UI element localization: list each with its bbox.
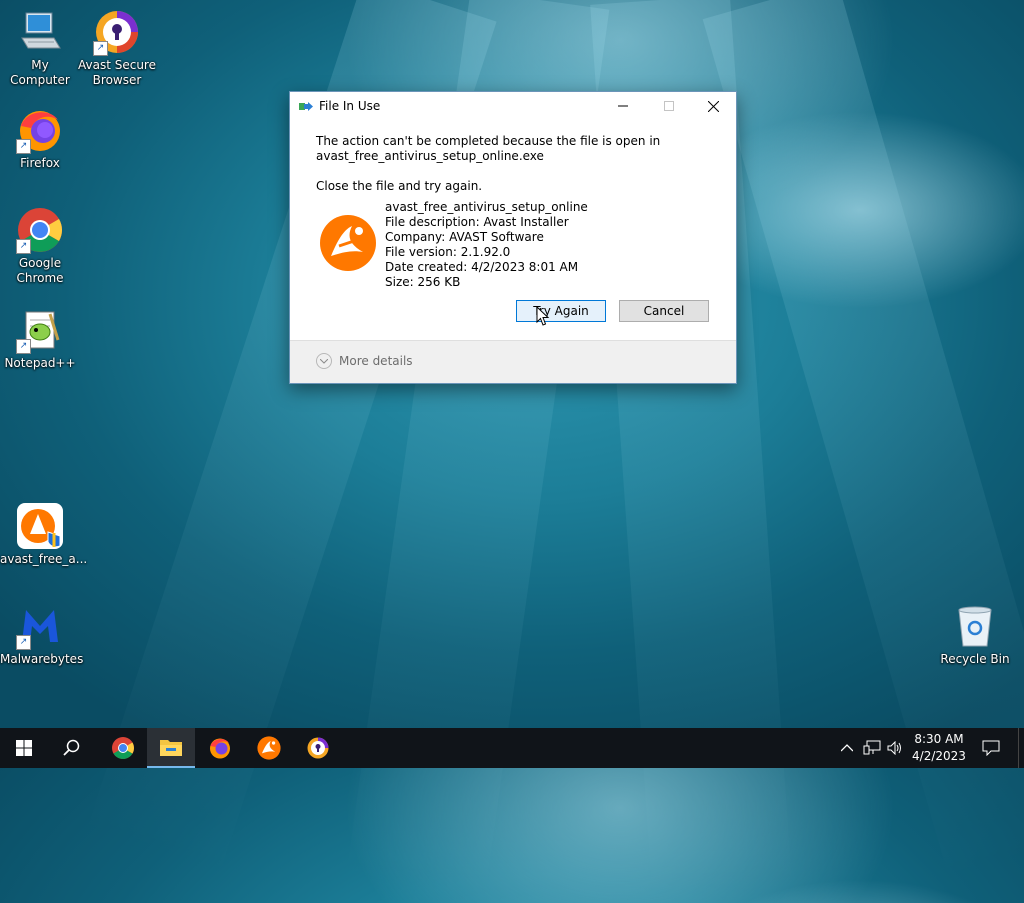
taskbar: 8:30 AM 4/2/2023 — [0, 728, 1024, 768]
firefox-icon — [210, 738, 230, 759]
file-move-icon — [299, 102, 313, 111]
network-tray-button[interactable] — [860, 728, 884, 768]
chrome-icon — [112, 737, 134, 759]
cancel-button[interactable]: Cancel — [619, 300, 709, 322]
notification-icon — [982, 740, 1000, 756]
avast-file-icon — [320, 215, 376, 271]
avast-icon — [257, 736, 281, 760]
mouse-cursor-icon — [536, 306, 550, 326]
maximize-button — [646, 92, 692, 120]
dialog-footer: More details — [290, 340, 736, 383]
taskbar-firefox[interactable] — [196, 728, 244, 768]
minimize-button[interactable] — [600, 92, 646, 120]
desktop-icon-label: Notepad++ — [4, 356, 76, 370]
close-icon — [707, 100, 719, 112]
clock-date: 4/2/2023 — [912, 749, 966, 763]
dialog-titlebar[interactable]: File In Use — [290, 92, 736, 120]
action-center-button[interactable] — [978, 728, 1004, 768]
search-button[interactable] — [48, 728, 96, 768]
chevron-up-icon — [841, 744, 853, 752]
malwarebytes-icon: ↗ — [16, 602, 64, 650]
shortcut-arrow-icon: ↗ — [16, 635, 31, 650]
recycle-bin-icon — [951, 602, 999, 650]
desktop-icon-label: avast_free_a... — [0, 552, 88, 566]
desktop-icon-label: Malwarebytes — [0, 652, 84, 666]
file-date-created: Date created: 4/2/2023 8:01 AM — [385, 260, 579, 274]
file-name: avast_free_antivirus_setup_online — [385, 200, 588, 214]
start-button[interactable] — [0, 728, 48, 768]
desktop-icon-label: Firefox — [20, 156, 60, 170]
instruction-text: Close the file and try again. — [316, 179, 483, 193]
desktop-icon-avast-setup[interactable]: avast_free_a... — [0, 502, 88, 567]
firefox-icon: ↗ — [16, 106, 64, 154]
taskbar-avast[interactable] — [245, 728, 293, 768]
desktop-icon-avast-secure-browser[interactable]: ↗ Avast Secure Browser — [77, 8, 157, 88]
show-hidden-icons-button[interactable] — [838, 728, 856, 768]
desktop-icon-malwarebytes[interactable]: ↗ Malwarebytes — [0, 602, 84, 667]
network-icon — [863, 740, 881, 755]
minimize-icon — [618, 105, 628, 107]
clock-time: 8:30 AM — [914, 732, 964, 746]
desktop-icon-google-chrome[interactable]: ↗ Google Chrome — [0, 206, 80, 286]
show-desktop-button[interactable] — [1018, 728, 1024, 768]
chevron-down-icon — [316, 353, 332, 369]
speaker-icon — [887, 741, 901, 755]
taskbar-chrome[interactable] — [99, 728, 147, 768]
shortcut-arrow-icon: ↗ — [16, 239, 31, 254]
taskbar-clock[interactable]: 8:30 AM 4/2/2023 — [902, 731, 976, 765]
shortcut-arrow-icon: ↗ — [93, 41, 108, 56]
message-line-1: The action can't be completed because th… — [316, 134, 661, 148]
message-line-2: avast_free_antivirus_setup_online.exe — [316, 149, 544, 163]
desktop-icon-label: Google Chrome — [16, 256, 64, 285]
close-button[interactable] — [690, 92, 736, 120]
windows-logo-icon — [16, 740, 32, 756]
chrome-icon: ↗ — [16, 206, 64, 254]
dialog-title: File In Use — [319, 99, 381, 113]
taskbar-avast-secure-browser[interactable] — [294, 728, 342, 768]
more-details-toggle[interactable]: More details — [316, 353, 413, 369]
file-version: File version: 2.1.92.0 — [385, 245, 511, 259]
avast-secure-browser-icon: ↗ — [93, 8, 141, 56]
shortcut-arrow-icon: ↗ — [16, 339, 31, 354]
desktop-icon-firefox[interactable]: ↗ Firefox — [0, 106, 80, 171]
more-details-label: More details — [339, 354, 413, 368]
file-description: File description: Avast Installer — [385, 215, 569, 229]
shortcut-arrow-icon: ↗ — [16, 139, 31, 154]
file-size: Size: 256 KB — [385, 275, 461, 289]
avast-secure-browser-icon — [307, 737, 329, 759]
file-company: Company: AVAST Software — [385, 230, 544, 244]
desktop-icon-notepad-plus-plus[interactable]: ↗ Notepad++ — [0, 306, 80, 371]
taskbar-file-explorer[interactable] — [147, 728, 195, 768]
folder-icon — [160, 740, 182, 756]
try-again-button[interactable]: Try Again — [516, 300, 606, 322]
computer-icon — [16, 8, 64, 56]
maximize-icon — [664, 101, 674, 111]
desktop-icon-label: Avast Secure Browser — [78, 58, 156, 87]
file-in-use-dialog: File In Use The action can't be complete… — [289, 91, 737, 384]
desktop-icon-label: Recycle Bin — [940, 652, 1010, 666]
notepad-plus-plus-icon: ↗ — [16, 306, 64, 354]
desktop-icon-label: My Computer — [10, 58, 70, 87]
desktop-icon-recycle-bin[interactable]: Recycle Bin — [935, 602, 1015, 667]
file-details: avast_free_antivirus_setup_online File d… — [385, 200, 588, 290]
desktop-icon-my-computer[interactable]: My Computer — [0, 8, 80, 88]
search-icon — [63, 739, 80, 756]
avast-installer-icon — [16, 502, 64, 550]
